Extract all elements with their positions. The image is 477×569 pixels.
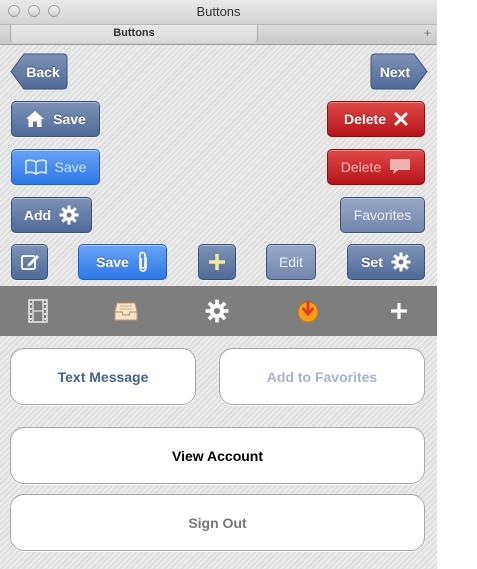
delete-button[interactable]: Delete (327, 101, 425, 137)
save-clip-button[interactable]: Save (78, 244, 167, 280)
add-plus-button[interactable] (198, 244, 236, 280)
window-titlebar: Buttons (0, 0, 437, 25)
back-button[interactable]: Back (20, 53, 66, 90)
tab-bar: Buttons + (0, 25, 437, 45)
gear-icon (59, 205, 79, 225)
inbox-icon[interactable] (113, 298, 139, 324)
compose-button[interactable] (11, 244, 48, 280)
close-x-icon (394, 112, 408, 126)
view-account-button[interactable]: View Account (10, 427, 425, 484)
add-to-favorites-button[interactable]: Add to Favorites (219, 348, 425, 405)
add-label: Add (23, 207, 52, 223)
download-icon[interactable] (295, 298, 321, 324)
paperclip-icon (139, 251, 147, 272)
set-button[interactable]: Set (347, 244, 425, 280)
edit-button[interactable]: Edit (266, 244, 316, 280)
icon-toolbar (0, 286, 437, 336)
save-home-button[interactable]: Save (11, 101, 100, 137)
next-button[interactable]: Next (372, 53, 418, 90)
favorites-button[interactable]: Favorites (340, 197, 425, 233)
save-book-label: Save (54, 159, 87, 175)
new-tab-icon[interactable]: + (424, 26, 431, 40)
save-home-label: Save (53, 111, 86, 127)
add-button[interactable]: Add (11, 197, 92, 233)
compose-icon (20, 255, 39, 270)
set-label: Set (361, 254, 383, 270)
sign-out-button[interactable]: Sign Out (10, 494, 425, 551)
home-icon (26, 111, 45, 127)
text-message-button[interactable]: Text Message (10, 348, 196, 405)
content-area: Back Next Save Delete Save Delete Add Fa… (0, 45, 437, 569)
plus-icon[interactable] (386, 298, 412, 324)
gear-icon (391, 252, 411, 272)
book-icon (24, 159, 47, 175)
film-icon[interactable] (25, 298, 51, 324)
delete-label: Delete (343, 111, 387, 127)
window-title: Buttons (196, 4, 241, 19)
delete-message-label: Delete (340, 159, 382, 175)
delete-message-button[interactable]: Delete (327, 149, 425, 185)
save-book-button[interactable]: Save (11, 149, 100, 185)
speech-bubble-icon (390, 159, 411, 174)
plus-icon (209, 254, 225, 270)
gear-icon[interactable] (204, 298, 230, 324)
save-clip-label: Save (96, 254, 129, 270)
tab-buttons[interactable]: Buttons (10, 25, 258, 43)
tab-empty[interactable] (258, 25, 436, 43)
